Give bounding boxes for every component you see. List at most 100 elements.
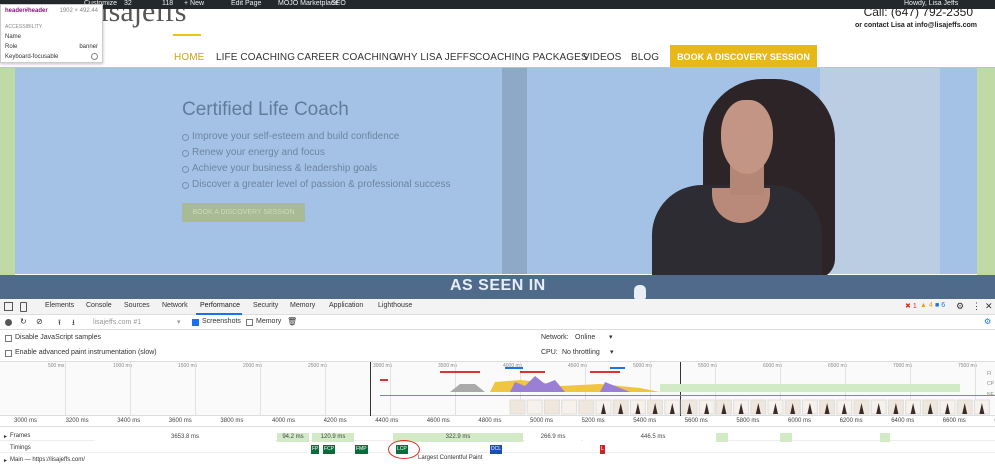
frames-expand-icon[interactable]: ▸ <box>4 433 7 440</box>
cpu-graph-idle <box>450 384 485 392</box>
frames-label: Frames <box>10 433 31 439</box>
tooltip-selector: header#header <box>5 8 48 14</box>
tab-memory[interactable]: Memory <box>290 302 315 309</box>
admin-updates-count[interactable]: 32 <box>124 0 132 8</box>
axis-tick: 6000 ms <box>788 418 812 424</box>
tab-elements[interactable]: Elements <box>45 302 74 309</box>
network-bar <box>520 371 545 373</box>
warning-count: 4 <box>928 302 933 309</box>
admin-edit-page[interactable]: Edit Page <box>231 0 261 8</box>
frame-block[interactable]: 266.9 ms <box>525 433 581 442</box>
frame-block[interactable] <box>780 433 792 442</box>
advanced-paint-checkbox[interactable] <box>5 350 12 357</box>
recording-select[interactable]: lisajeffs.com #1 <box>93 319 183 326</box>
admin-seo[interactable]: SEO <box>331 0 346 8</box>
fp-marker[interactable]: FP <box>311 445 320 454</box>
cpu-graph-painting <box>660 384 960 392</box>
book-discovery-nav-button[interactable]: BOOK A DISCOVERY SESSION <box>670 45 817 69</box>
chevron-down-icon[interactable]: ▾ <box>177 318 181 326</box>
tab-sources[interactable]: Sources <box>124 302 150 309</box>
disable-js-samples-checkbox[interactable] <box>5 335 12 342</box>
screenshot-thumbnail <box>509 399 526 415</box>
inspect-element-icon[interactable] <box>4 302 13 311</box>
frame-block[interactable]: 120.9 ms <box>312 433 354 442</box>
capture-settings-icon[interactable]: ⚙ <box>984 317 991 326</box>
padding-overlay-right <box>977 68 995 298</box>
axis-tick: 5400 ms <box>633 418 657 424</box>
network-label: Network: <box>541 334 569 341</box>
hero-portrait-face <box>721 100 773 174</box>
admin-mojo[interactable]: MOJO Marketplace <box>278 0 338 8</box>
device-toolbar-icon[interactable] <box>20 302 27 312</box>
tab-performance[interactable]: Performance <box>200 302 240 309</box>
not-focusable-icon <box>91 53 98 60</box>
record-icon[interactable] <box>5 319 12 326</box>
tab-network[interactable]: Network <box>162 302 188 309</box>
screenshot-thumbnail <box>561 399 578 415</box>
tab-console[interactable]: Console <box>86 302 112 309</box>
admin-comments-count[interactable]: 118 <box>162 0 173 8</box>
overview-activity-graph <box>380 367 995 415</box>
advanced-paint-label: Enable advanced paint instrumentation (s… <box>15 349 157 356</box>
cpu-throttle-select[interactable]: No throttling <box>562 349 600 356</box>
network-bar <box>610 367 625 369</box>
hero-window-light <box>820 68 940 274</box>
main-track[interactable] <box>0 455 995 465</box>
settings-gear-icon[interactable]: ⚙ <box>956 301 964 312</box>
hero-book-button[interactable]: BOOK A DISCOVERY SESSION <box>182 203 305 222</box>
frame-block[interactable] <box>716 433 728 442</box>
frame-block[interactable]: 94.2 ms <box>277 433 309 442</box>
tooltip-row-name: Name <box>5 34 22 40</box>
reload-record-icon[interactable]: ↻ <box>20 317 27 326</box>
load-profile-icon[interactable]: ⭱ <box>58 317 61 331</box>
axis-tick: 4200 ms <box>323 418 347 424</box>
network-bar <box>505 367 523 369</box>
cpu-label: CPU: <box>541 349 558 356</box>
close-devtools-icon[interactable]: ✕ <box>985 301 993 312</box>
error-count: 1 <box>912 303 917 310</box>
admin-howdy[interactable]: Howdy, Lisa Jeffs <box>904 0 958 8</box>
clear-icon[interactable]: ⊘ <box>36 317 43 326</box>
save-profile-icon[interactable]: ⭳ <box>72 317 75 331</box>
frame-block[interactable] <box>880 433 890 442</box>
tooltip-row-focusable: Keyboard-focusable <box>5 54 59 60</box>
screenshot-thumbnails <box>509 399 990 415</box>
screenshot-thumbnail <box>526 399 543 415</box>
overview-side-cpu: CP <box>987 381 994 387</box>
error-count-badge[interactable]: ✖ 1 <box>905 302 917 310</box>
inspect-tooltip: header#header 1902 × 492.44 ACCESSIBILIT… <box>0 4 103 63</box>
screenshots-checkbox[interactable] <box>192 319 199 326</box>
tooltip-section: ACCESSIBILITY <box>5 24 43 30</box>
more-options-icon[interactable]: ⋮ <box>972 301 981 312</box>
hero-bullet: Discover a greater level of passion & pr… <box>181 179 451 190</box>
phone-number: Call: (647) 792-2350 <box>863 9 973 19</box>
tooltip-role-value: banner <box>79 44 98 50</box>
trash-icon[interactable]: 🗑 <box>287 317 297 326</box>
frame-block[interactable]: 446.5 ms <box>583 433 723 442</box>
network-dropdown-icon[interactable]: ▾ <box>609 333 613 341</box>
info-count: 6 <box>941 302 946 309</box>
axis-tick: 6200 ms <box>839 418 863 424</box>
frame-block[interactable]: 3653.8 ms <box>95 433 275 442</box>
memory-checkbox[interactable] <box>246 319 253 326</box>
info-count-badge[interactable]: ■ 6 <box>935 302 945 309</box>
tab-security[interactable]: Security <box>253 302 278 309</box>
nav-active-indicator <box>173 34 201 36</box>
load-marker[interactable]: L <box>600 445 605 454</box>
fcp-marker[interactable]: FCP <box>323 445 335 454</box>
warning-count-badge[interactable]: ▲ 4 <box>920 302 933 309</box>
cpu-dropdown-icon[interactable]: ▾ <box>610 348 614 356</box>
screenshot-thumbnail <box>543 399 560 415</box>
tab-application[interactable]: Application <box>329 302 363 309</box>
tooltip-row-role: Role <box>5 44 18 50</box>
axis-tick: 3000 ms <box>14 418 38 424</box>
network-throttle-select[interactable]: Online <box>575 334 595 341</box>
axis-tick: 5000 ms <box>530 418 554 424</box>
site-logo[interactable]: lisajeffs <box>92 9 186 29</box>
hero-bullet: Achieve your business & leadership goals <box>181 163 378 174</box>
dcl-marker[interactable]: DCL <box>490 445 503 454</box>
fmp-marker[interactable]: FMP <box>355 445 368 454</box>
main-expand-icon[interactable]: ▸ <box>4 457 7 464</box>
admin-new[interactable]: + New <box>184 0 204 8</box>
tab-lighthouse[interactable]: Lighthouse <box>378 302 412 309</box>
